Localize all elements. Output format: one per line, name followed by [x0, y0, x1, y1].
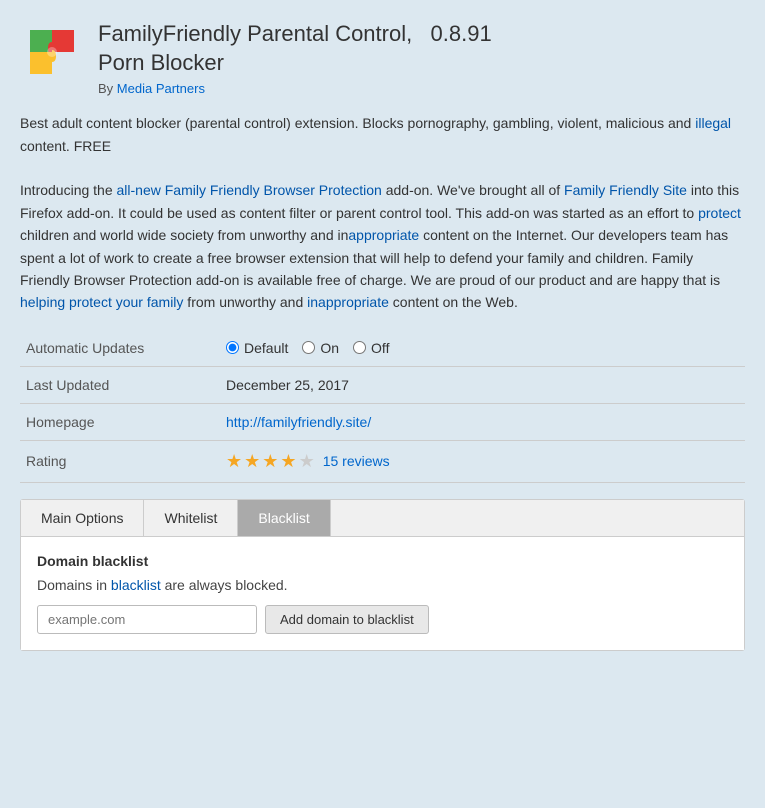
star-3: ★: [262, 451, 278, 472]
description-line1: Best adult content blocker (parental con…: [20, 112, 745, 157]
tab-content-blacklist: Domain blacklist Domains in blacklist ar…: [21, 537, 744, 650]
rating-label: Rating: [20, 440, 220, 482]
tabs-header: Main Options Whitelist Blacklist: [21, 500, 744, 537]
description-block: Best adult content blocker (parental con…: [20, 112, 745, 314]
add-domain-button[interactable]: Add domain to blacklist: [265, 605, 429, 634]
highlight-illegal: illegal: [695, 115, 731, 131]
homepage-label: Homepage: [20, 403, 220, 440]
info-table: Automatic Updates Default On Off Last Up…: [20, 330, 745, 483]
star-4-half: ★: [280, 451, 296, 472]
header: FamilyFriendly Parental Control, 0.8.91P…: [20, 20, 745, 96]
homepage-value: http://familyfriendly.site/: [220, 403, 745, 440]
domain-input-row: Add domain to blacklist: [37, 605, 728, 634]
highlight-appropriate: appropriate: [348, 227, 419, 243]
highlight-protect: protect: [698, 205, 741, 221]
star-1: ★: [226, 451, 242, 472]
author-line: By Media Partners: [98, 81, 492, 96]
radio-on-input[interactable]: [302, 341, 315, 354]
highlight-inappropriate2: inappropriate: [307, 294, 389, 310]
domain-blacklist-desc: Domains in blacklist are always blocked.: [37, 577, 728, 593]
domain-input[interactable]: [37, 605, 257, 634]
reviews-link[interactable]: 15 reviews: [323, 453, 390, 469]
homepage-link[interactable]: http://familyfriendly.site/: [226, 414, 371, 430]
rating-value: ★ ★ ★ ★ ★ 15 reviews: [220, 440, 745, 482]
highlight-helping: helping protect your family: [20, 294, 183, 310]
tabs-container: Main Options Whitelist Blacklist Domain …: [20, 499, 745, 651]
auto-updates-label: Automatic Updates: [20, 330, 220, 367]
radio-off-input[interactable]: [353, 341, 366, 354]
auto-updates-row: Automatic Updates Default On Off: [20, 330, 745, 367]
blacklist-highlight: blacklist: [111, 577, 161, 593]
radio-default[interactable]: Default: [226, 340, 288, 356]
domain-blacklist-title: Domain blacklist: [37, 553, 728, 569]
app-logo: [20, 20, 84, 84]
last-updated-value: December 25, 2017: [220, 366, 745, 403]
domain-blacklist-section: Domain blacklist Domains in blacklist ar…: [37, 553, 728, 634]
rating-stars: ★ ★ ★ ★ ★ 15 reviews: [226, 451, 739, 472]
app-title: FamilyFriendly Parental Control, 0.8.91P…: [98, 20, 492, 77]
author-link[interactable]: Media Partners: [117, 81, 205, 96]
last-updated-row: Last Updated December 25, 2017: [20, 366, 745, 403]
tab-whitelist[interactable]: Whitelist: [144, 500, 238, 536]
star-5: ★: [299, 451, 315, 472]
radio-off[interactable]: Off: [353, 340, 389, 356]
last-updated-label: Last Updated: [20, 366, 220, 403]
auto-updates-radio-group: Default On Off: [226, 340, 739, 356]
tab-main-options[interactable]: Main Options: [21, 500, 144, 536]
auto-updates-value: Default On Off: [220, 330, 745, 367]
description-line2: Introducing the all-new Family Friendly …: [20, 179, 745, 313]
header-text: FamilyFriendly Parental Control, 0.8.91P…: [98, 20, 492, 96]
tab-blacklist[interactable]: Blacklist: [238, 500, 330, 536]
star-2: ★: [244, 451, 260, 472]
highlight-allfamily: all-new Family Friendly Browser Protecti…: [117, 182, 382, 198]
radio-on-label: On: [320, 340, 339, 356]
radio-default-label: Default: [244, 340, 288, 356]
radio-on[interactable]: On: [302, 340, 339, 356]
radio-off-label: Off: [371, 340, 389, 356]
highlight-site: Family Friendly Site: [564, 182, 687, 198]
by-label: By: [98, 81, 113, 96]
homepage-row: Homepage http://familyfriendly.site/: [20, 403, 745, 440]
radio-default-input[interactable]: [226, 341, 239, 354]
rating-row: Rating ★ ★ ★ ★ ★ 15 reviews: [20, 440, 745, 482]
